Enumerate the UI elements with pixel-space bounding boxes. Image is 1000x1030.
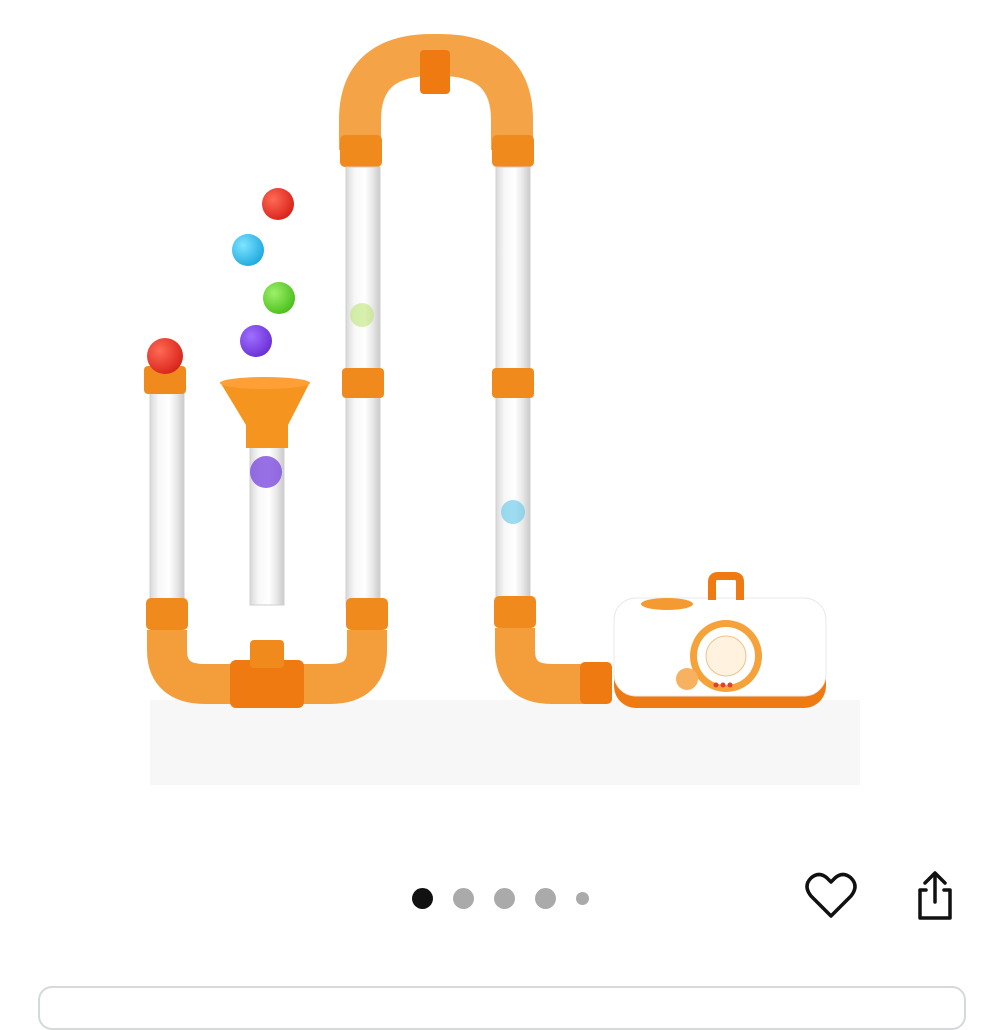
blower-power-button[interactable] <box>676 668 698 690</box>
status-led-1 <box>713 682 719 688</box>
funnel <box>220 382 310 448</box>
wishlist-button[interactable] <box>801 866 861 926</box>
share-icon <box>918 871 952 920</box>
carousel-dot-5[interactable] <box>575 891 589 905</box>
t-connector-top <box>250 640 284 668</box>
bottom-left-collar <box>146 598 188 630</box>
carousel-dot-4[interactable] <box>534 887 556 909</box>
carousel-dot-2[interactable] <box>452 887 474 909</box>
blower-handle <box>708 572 744 600</box>
status-led-2 <box>720 682 726 688</box>
blurred-ball-green <box>350 303 374 327</box>
ball-red <box>262 188 294 220</box>
product-image[interactable] <box>0 0 1000 800</box>
top-arch-coupler <box>420 50 450 94</box>
funnel-rim <box>220 377 310 389</box>
middle-elbow-pipe <box>300 630 387 704</box>
blurred-ball-blue <box>501 500 525 524</box>
heart-outline-icon <box>805 872 857 918</box>
right-elbow-pipe <box>495 628 590 704</box>
bottom-right-collar <box>494 596 536 628</box>
status-led-3 <box>727 682 733 688</box>
blower-inlet-collar <box>580 662 612 704</box>
carousel-dot-3[interactable] <box>493 887 515 909</box>
ball-green <box>263 282 295 314</box>
blurred-ball-purple <box>250 456 282 488</box>
short-left-tube <box>149 389 185 603</box>
carousel-dot-1[interactable] <box>411 887 433 909</box>
blower-dial-knob[interactable] <box>705 635 747 677</box>
right-arch-collar <box>492 135 534 167</box>
ball-red-on-tube <box>147 338 183 374</box>
tall-left-middle-collar <box>342 368 384 398</box>
ball-purple <box>240 325 272 357</box>
bottom-middle-collar <box>346 598 388 630</box>
floor-reflection <box>150 700 860 785</box>
share-button[interactable] <box>905 866 965 926</box>
ball-blue <box>232 234 264 266</box>
blower-top-port <box>641 598 693 610</box>
left-elbow-pipe <box>147 630 232 704</box>
tall-right-middle-collar <box>492 368 534 398</box>
details-card <box>38 986 966 1030</box>
left-arch-collar <box>340 135 382 167</box>
